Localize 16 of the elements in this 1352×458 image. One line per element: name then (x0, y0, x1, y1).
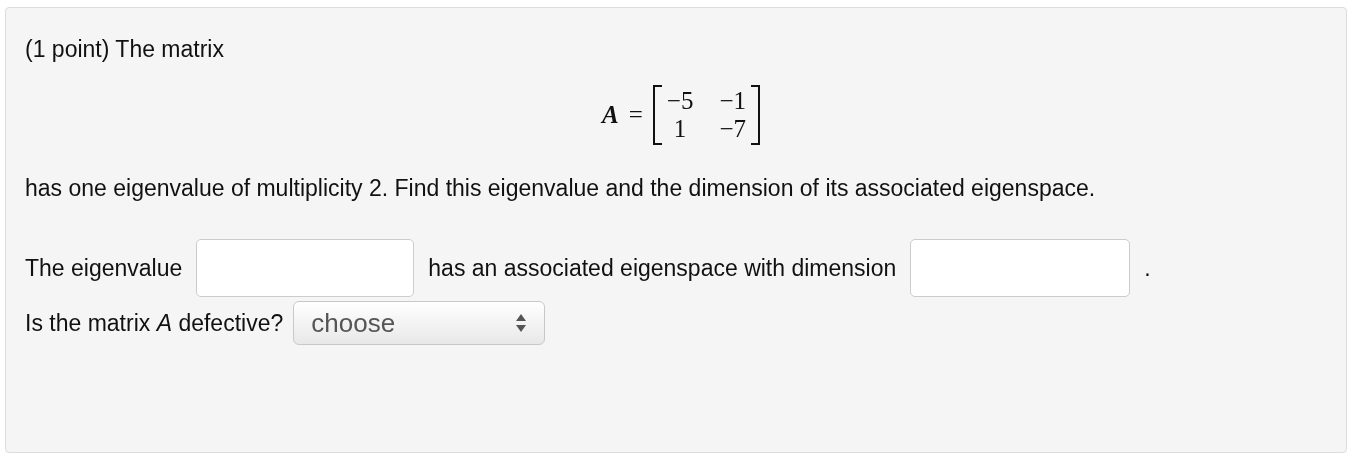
period-text: . (1144, 253, 1151, 283)
dimension-input[interactable] (910, 239, 1131, 297)
choose-dropdown[interactable]: choose (293, 301, 546, 345)
problem-intro: (1 point) The matrix (25, 35, 225, 63)
matrix-entry: −7 (719, 115, 746, 143)
equals-sign: = (628, 100, 643, 131)
question-text: Is the matrix A defective? (25, 308, 284, 338)
matrix-name: A (602, 100, 619, 131)
matrix-entry: −1 (719, 87, 746, 115)
answer-label: The eigenvalue (25, 253, 183, 283)
matrix-entry: −5 (666, 87, 694, 115)
problem-statement: has one eigenvalue of multiplicity 2. Find this eigenvalue and the dimension of its associated eigenspace. (25, 174, 1097, 203)
matrix-entry: 1 (672, 115, 688, 143)
eigenvalue-input[interactable] (196, 239, 415, 297)
up-down-arrows-icon (515, 313, 528, 333)
answer-label: has an associated eigenspace with dimension (428, 253, 897, 283)
